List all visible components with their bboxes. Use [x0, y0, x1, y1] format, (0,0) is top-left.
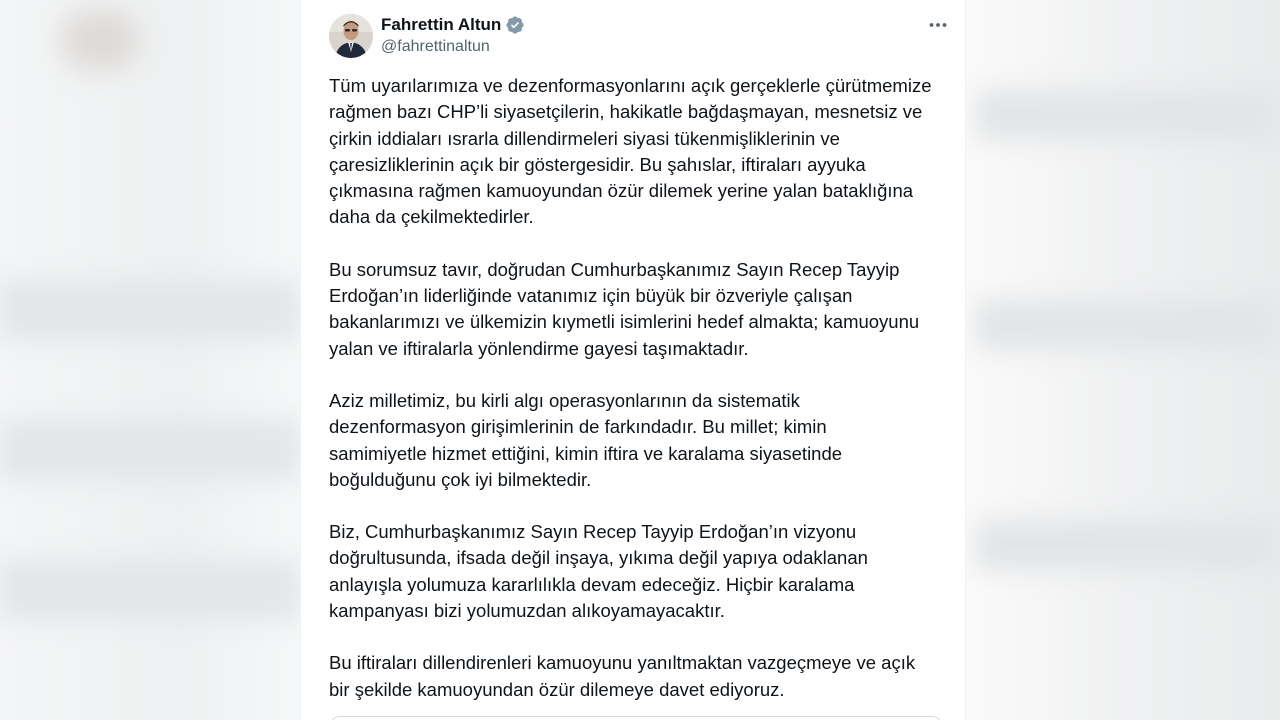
avatar[interactable]: [329, 14, 373, 58]
blurred-background-left: [0, 0, 300, 720]
tweet-header: Fahrettin Altun @fahrettinaltun: [329, 12, 953, 60]
profile-photo-icon: [329, 14, 373, 58]
tweet-paragraph: Biz, Cumhurbaşkanımız Sayın Recep Tayyip…: [329, 521, 868, 622]
blurred-band: [0, 280, 300, 340]
display-name[interactable]: Fahrettin Altun: [381, 15, 501, 35]
tweet-paragraph: Aziz milletimiz, bu kirli algı operasyon…: [329, 389, 843, 490]
more-options-icon: [929, 23, 947, 27]
tweet-paragraph: Bu sorumsuz tavır, doğrudan Cumhurbaşkan…: [329, 258, 920, 359]
tweet-paragraph: Tüm uyarılarımıza ve dezenformasyonların…: [329, 75, 932, 228]
blurred-background-right: [966, 0, 1280, 720]
verified-badge-icon: [505, 15, 525, 35]
blurred-band: [976, 90, 1276, 140]
blurred-band: [0, 420, 300, 480]
quoted-tweet-card[interactable]: [329, 716, 943, 720]
blurred-band: [976, 520, 1276, 570]
blurred-band: [976, 300, 1276, 350]
blurred-band: [0, 560, 300, 620]
blurred-shape: [60, 10, 140, 70]
more-options-button[interactable]: [923, 12, 953, 38]
user-handle[interactable]: @fahrettinaltun: [381, 38, 490, 56]
tweet-text: Tüm uyarılarımıza ve dezenformasyonların…: [329, 73, 953, 720]
name-row: Fahrettin Altun: [381, 14, 525, 36]
tweet-card: Fahrettin Altun @fahrettinaltun Tüm uyar…: [300, 0, 966, 720]
tweet-paragraph: Bu iftiraları dillendirenleri kamuoyunu …: [329, 652, 916, 700]
